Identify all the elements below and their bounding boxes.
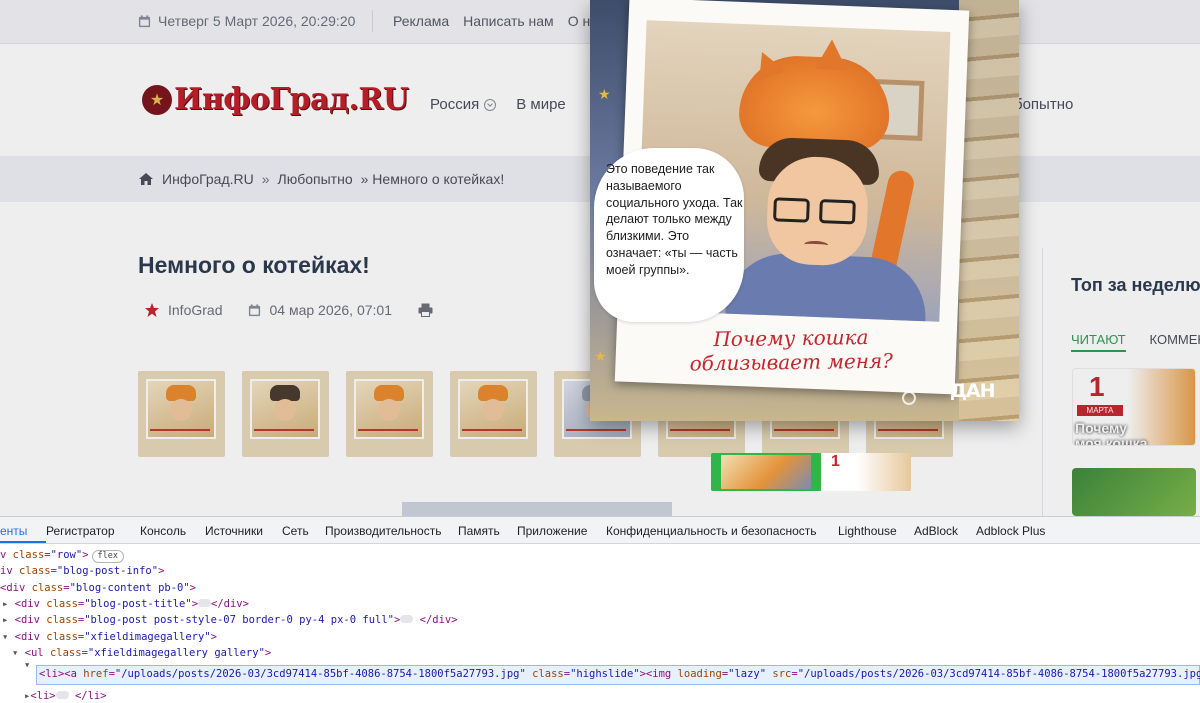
chevron-down-icon [484,98,497,111]
sidebar-post-card[interactable] [1072,468,1196,516]
card-day: 1 [1089,371,1105,402]
tab-elements[interactable]: енты [0,517,46,543]
devtools-tabs: енты Регистратор Консоль Источники Сеть … [0,517,1200,544]
brand-watermark: ДАН [950,380,996,402]
lightbox-filmstrip: 1 [711,453,911,491]
breadcrumb-current: » Немного о котейках! [360,171,505,187]
collapsed-node-ellipsis[interactable] [198,599,212,607]
logo-emblem-icon: ★ [142,84,172,115]
dom-node[interactable]: v class="row"> flex [0,547,125,564]
tab-memory[interactable]: Память [458,517,517,543]
page-title: Немного о котейках! [138,252,370,278]
gallery-thumb[interactable] [138,371,225,457]
dom-node[interactable]: ▸ <div class="blog-post-title"> </div> [2,596,249,613]
sidebar-heading: Топ за неделю [1071,275,1200,295]
tab-reading[interactable]: ЧИТАЮТ [1071,332,1126,352]
tab-adblock-plus[interactable]: Adblock Plus [976,517,1066,543]
post-date: 04 мар 2026, 07:01 [269,302,392,318]
tab-console[interactable]: Консоль [140,517,205,543]
breadcrumb-separator: » [261,171,270,187]
dom-node[interactable]: ▾ <ul class="xfieldimagegallery gallery"… [12,645,271,662]
caption-line: облизывает меня? [689,348,894,376]
post-meta: InfoGrad 04 мар 2026, 07:01 [144,302,433,318]
logo-wordmark: ИнфоГрад.RU [174,82,409,117]
sidebar-top-week: Топ за неделю ЧИТАЮТ КОММЕНТ 1 МАРТА Поч… [1042,248,1200,516]
post-author[interactable]: InfoGrad [168,302,222,318]
tab-application[interactable]: Приложение [517,517,606,543]
image-lightbox[interactable]: ★ ★ ★ Почему кошка облизывает меня? Это … [590,0,1019,421]
star-icon: ★ [594,348,607,364]
home-icon [139,173,153,185]
dom-node[interactable]: ▾ <div class="xfieldimagegallery"> [2,629,217,646]
card-month: МАРТА [1077,405,1123,416]
gallery-thumb[interactable] [242,371,329,457]
dom-node[interactable]: ▸<li> </li> [24,688,107,703]
filmstrip-thumb-active[interactable] [711,453,821,491]
dom-node-toggle[interactable]: ▾ [24,657,30,674]
card-caption-line: моя кошка [1075,435,1148,446]
sidebar-tabs: ЧИТАЮТ КОММЕНТ [1071,332,1200,352]
sidebar-post-card[interactable]: 1 МАРТА Почему моя кошка [1072,368,1196,446]
date-text: Четверг 5 Март 2026, 20:29:20 [158,13,356,29]
tab-sources[interactable]: Источники [205,517,282,543]
filmstrip-thumb[interactable]: 1 [821,453,911,491]
tab-recorder[interactable]: Регистратор [46,517,140,543]
dom-node[interactable]: <div class="blog-content pb-0"> [0,580,196,597]
speech-bubble: Это поведение так называемого социальног… [594,148,744,322]
topbar-divider [372,10,373,32]
gallery-thumb[interactable] [450,371,537,457]
tab-performance[interactable]: Производительность [325,517,458,543]
current-date: Четверг 5 Март 2026, 20:29:20 [138,13,355,29]
nav-item-russia[interactable]: Россия [430,96,497,113]
nav-item-world[interactable]: В мире [516,96,566,113]
dom-node[interactable]: iv class="blog-post-info"> [0,563,164,580]
print-icon[interactable] [418,303,433,317]
topbar-link-ads[interactable]: Реклама [393,13,449,29]
watermark-icon [902,391,916,405]
author-star-icon [145,303,159,317]
calendar-icon [249,303,261,316]
main-nav: Россия В мире [430,96,566,113]
star-icon: ★ [598,86,611,102]
calendar-icon [138,14,151,27]
flex-badge[interactable]: flex [91,550,125,563]
dom-tree: v class="row"> flex iv class="blog-post-i… [0,544,1200,703]
topbar-links: Реклама Написать нам О на [393,13,598,29]
torn-paper-decor [959,0,1019,421]
nav-item-curious[interactable]: бопытно [1014,96,1073,113]
speech-bubble-text: Это поведение так называемого социальног… [606,162,743,277]
tab-comments[interactable]: КОММЕНТ [1150,332,1200,352]
collapsed-node-ellipsis[interactable] [55,691,69,699]
tab-network[interactable]: Сеть [282,517,325,543]
tab-lighthouse[interactable]: Lighthouse [838,517,914,543]
filmstrip-day: 1 [831,453,840,470]
collapsed-node-ellipsis[interactable] [400,615,414,623]
polaroid-caption: Почему кошка облизывает меня? [656,324,927,376]
devtools-panel: енты Регистратор Консоль Источники Сеть … [0,516,1200,703]
dom-node-selected[interactable]: <li><a href="/uploads/posts/2026-03/3cd9… [36,665,1200,685]
topbar-link-contact[interactable]: Написать нам [463,13,554,29]
article-image-edge [402,502,672,516]
card-caption: Почему моя кошка [1075,421,1147,446]
site-logo[interactable]: ★ ИнфоГрад.RU [142,82,409,117]
tab-adblock[interactable]: AdBlock [914,517,976,543]
nav-item-label: Россия [430,96,480,113]
card-caption-line: Почему [1075,420,1127,436]
tab-privacy-security[interactable]: Конфиденциальность и безопасность [606,517,838,543]
gallery-thumb[interactable] [346,371,433,457]
nav-item-label: В мире [516,96,566,113]
breadcrumb-section[interactable]: Любопытно [278,171,353,187]
breadcrumb-home[interactable]: ИнфоГрад.RU [162,171,254,187]
dom-node[interactable]: ▸ <div class="blog-post post-style-07 bo… [2,612,458,629]
